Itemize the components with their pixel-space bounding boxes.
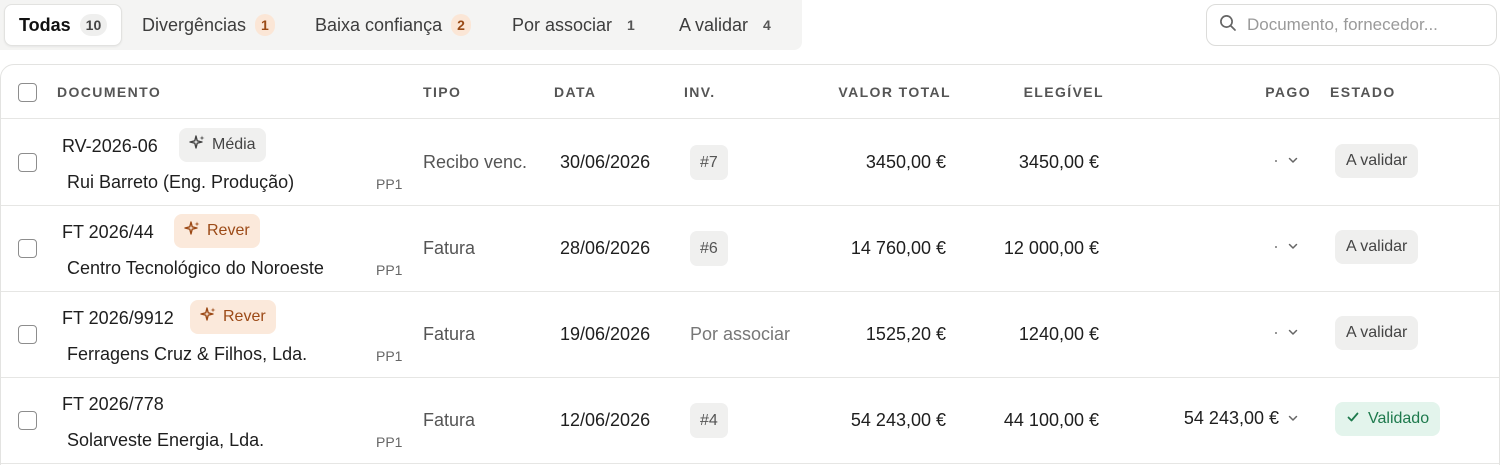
doc-type: Fatura xyxy=(423,410,476,430)
badge-label: Média xyxy=(212,136,256,153)
row-checkbox[interactable] xyxy=(18,325,37,344)
row-checkbox[interactable] xyxy=(18,153,37,172)
tab-label: Baixa confiança xyxy=(315,14,443,35)
tab-count: 2 xyxy=(451,14,471,36)
chevron-down-icon xyxy=(1287,150,1299,171)
tab-label: Todas xyxy=(19,14,71,35)
supplier-name: Ferragens Cruz & Filhos, Lda. xyxy=(67,344,308,364)
status-badge: Validado xyxy=(1335,402,1441,436)
col-tipo[interactable]: TIPO xyxy=(423,84,461,100)
investment-chip[interactable]: #4 xyxy=(690,403,728,438)
pp-label: PP1 xyxy=(376,434,403,450)
search-box[interactable] xyxy=(1206,4,1497,46)
sparkle-icon xyxy=(199,306,223,329)
sparkle-icon xyxy=(183,220,207,243)
total-value: 54 243,00 € xyxy=(850,410,946,430)
chevron-down-icon xyxy=(1287,322,1299,343)
supplier-name: Rui Barreto (Eng. Produção) xyxy=(67,172,295,192)
col-elegivel[interactable]: ELEGÍVEL xyxy=(1024,84,1104,100)
doc-date: 19/06/2026 xyxy=(560,324,651,344)
documents-table: DOCUMENTO TIPO DATA INV. VALOR TOTAL ELE… xyxy=(0,64,1500,465)
status-label: Validado xyxy=(1368,410,1430,427)
eligible-value: 44 100,00 € xyxy=(1003,410,1099,430)
tab-por-associar[interactable]: Por associar 1 xyxy=(512,4,641,46)
filter-tabs: Todas 10 Divergências 1 Baixa confiança … xyxy=(0,0,802,50)
paid-value: · xyxy=(1273,150,1279,170)
tab-count: 1 xyxy=(255,14,275,36)
sparkle-icon xyxy=(188,134,212,157)
paid-value: 54 243,00 € xyxy=(1183,408,1279,428)
tab-divergencias[interactable]: Divergências 1 xyxy=(142,4,275,46)
status-badge: A validar xyxy=(1335,144,1419,178)
table-header: DOCUMENTO TIPO DATA INV. VALOR TOTAL ELE… xyxy=(1,65,1499,119)
document-id: FT 2026/778 xyxy=(62,394,164,414)
review-badge: Rever xyxy=(190,300,276,334)
table-row[interactable]: FT 2026/9912 Rever Ferragens Cruz & Filh… xyxy=(1,292,1499,378)
total-value: 14 760,00 € xyxy=(850,238,946,258)
row-checkbox[interactable] xyxy=(18,411,37,430)
total-value: 1525,20 € xyxy=(865,324,946,344)
tab-label: Por associar xyxy=(512,14,613,35)
eligible-value: 12 000,00 € xyxy=(1003,238,1099,258)
eligible-value: 3450,00 € xyxy=(1018,152,1099,172)
eligible-value: 1240,00 € xyxy=(1018,324,1099,344)
total-value: 3450,00 € xyxy=(865,152,946,172)
search-input[interactable] xyxy=(1247,15,1487,35)
confidence-badge: Média xyxy=(179,128,266,162)
col-inv[interactable]: INV. xyxy=(684,84,716,100)
tab-a-validar[interactable]: A validar 4 xyxy=(679,4,777,46)
search-icon xyxy=(1219,14,1237,37)
badge-label: Rever xyxy=(207,222,250,239)
pp-label: PP1 xyxy=(376,348,403,364)
doc-type: Recibo venc. xyxy=(423,152,528,172)
col-data[interactable]: DATA xyxy=(554,84,596,100)
select-all-checkbox[interactable] xyxy=(18,83,37,102)
paid-value: · xyxy=(1273,322,1279,342)
chevron-down-icon xyxy=(1287,236,1299,257)
supplier-name: Solarveste Energia, Lda. xyxy=(67,430,265,450)
status-badge: A validar xyxy=(1335,316,1419,350)
tab-label: Divergências xyxy=(142,14,247,35)
col-valor-total[interactable]: VALOR TOTAL xyxy=(838,84,951,100)
doc-date: 30/06/2026 xyxy=(560,152,651,172)
check-icon xyxy=(1346,410,1368,429)
pp-label: PP1 xyxy=(376,176,403,192)
col-pago[interactable]: PAGO xyxy=(1265,84,1311,100)
paid-dropdown[interactable]: · xyxy=(1273,150,1299,171)
paid-value: · xyxy=(1273,236,1279,256)
doc-date: 28/06/2026 xyxy=(560,238,651,258)
supplier-name: Centro Tecnológico do Noroeste xyxy=(67,258,324,278)
status-badge: A validar xyxy=(1335,230,1419,264)
tab-count: 4 xyxy=(763,17,771,33)
paid-dropdown[interactable]: · xyxy=(1273,322,1299,343)
doc-type: Fatura xyxy=(423,324,476,344)
document-id: FT 2026/9912 xyxy=(62,308,174,328)
paid-dropdown[interactable]: 54 243,00 € xyxy=(1184,408,1299,429)
review-badge: Rever xyxy=(174,214,260,248)
tab-label: A validar xyxy=(679,14,749,35)
pp-label: PP1 xyxy=(376,262,403,278)
tab-count: 10 xyxy=(79,14,108,36)
doc-date: 12/06/2026 xyxy=(560,410,651,430)
chevron-down-icon xyxy=(1287,408,1299,429)
document-id: FT 2026/44 xyxy=(62,222,154,242)
table-row[interactable]: FT 2026/778 Solarveste Energia, Lda. PP1… xyxy=(1,378,1499,464)
document-id: RV-2026-06 xyxy=(62,136,158,156)
doc-type: Fatura xyxy=(423,238,476,258)
tab-todas[interactable]: Todas 10 xyxy=(4,4,123,46)
investment-chip[interactable]: #7 xyxy=(690,145,728,180)
row-checkbox[interactable] xyxy=(18,239,37,258)
paid-dropdown[interactable]: · xyxy=(1273,236,1299,257)
investment-chip[interactable]: #6 xyxy=(690,231,728,266)
badge-label: Rever xyxy=(223,308,266,325)
col-documento[interactable]: DOCUMENTO xyxy=(57,84,161,100)
table-row[interactable]: FT 2026/44 Rever Centro Tecnológico do N… xyxy=(1,206,1499,292)
investment-unassigned[interactable]: Por associar xyxy=(690,324,790,345)
col-estado[interactable]: ESTADO xyxy=(1330,84,1396,100)
tab-baixa-confianca[interactable]: Baixa confiança 2 xyxy=(315,4,471,46)
table-row[interactable]: RV-2026-06 Média Rui Barreto (Eng. Produ… xyxy=(1,120,1499,206)
tab-count: 1 xyxy=(627,17,635,33)
